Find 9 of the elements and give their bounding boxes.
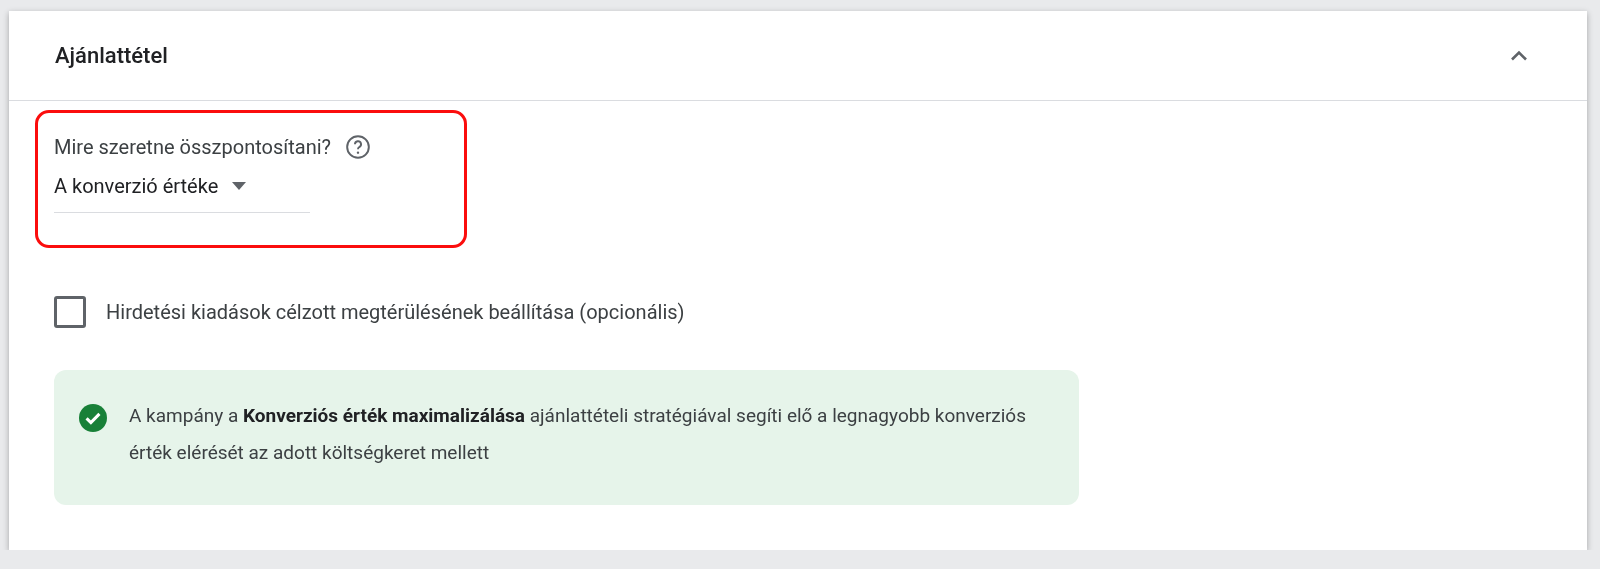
notice-text: A kampány a Konverziós érték maximalizálása ajánlattételi stratégiával segíti elő a legnagyobb konverziós érték elérését az adott költségkeret mellett bbox=[129, 403, 1027, 466]
field-label: Mire szeretne összpontosítani? bbox=[54, 135, 331, 159]
checkbox[interactable] bbox=[54, 296, 86, 328]
checkbox-label: Hirdetési kiadások célzott megtérülésének beállítása (opcionális) bbox=[106, 300, 685, 324]
check-circle-icon bbox=[79, 404, 107, 432]
panel-title: Ajánlattétel bbox=[55, 43, 168, 68]
focus-dropdown[interactable]: A konverzió értéke bbox=[54, 174, 310, 213]
caret-icon bbox=[232, 182, 247, 190]
help-icon[interactable] bbox=[345, 134, 371, 160]
